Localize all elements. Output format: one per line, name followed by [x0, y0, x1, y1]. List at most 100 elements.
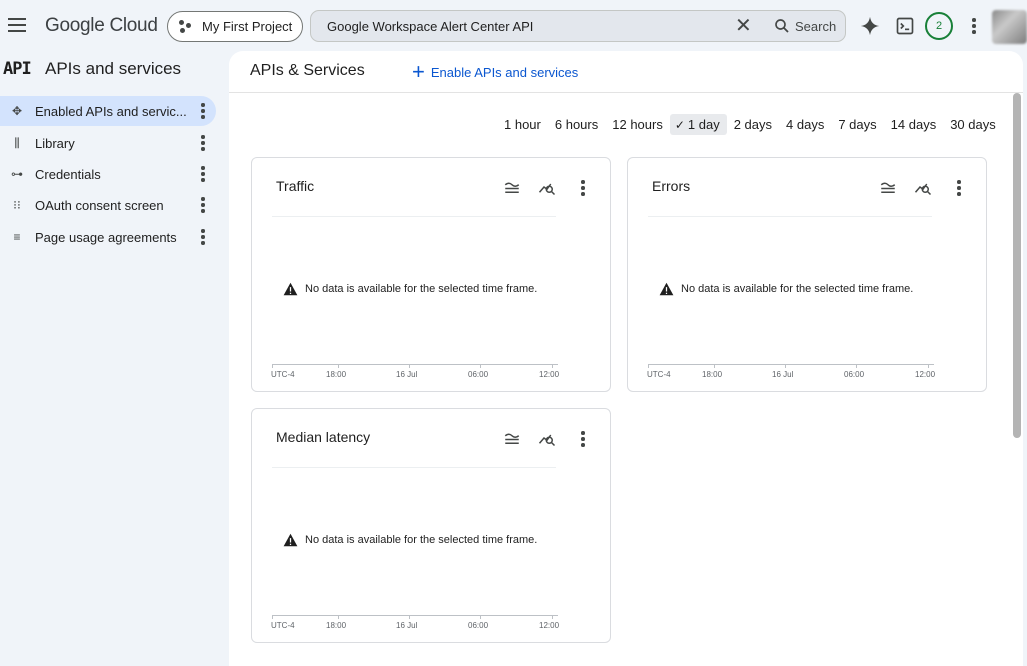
time-range-12-hours[interactable]: 12 hours: [605, 114, 670, 135]
x-axis-label: 16 Jul: [772, 370, 794, 379]
x-axis-label: 18:00: [326, 370, 347, 379]
more-options-icon[interactable]: [576, 429, 590, 449]
legend-toggle-icon[interactable]: [879, 178, 897, 196]
card-toolbar: [878, 178, 968, 198]
card-title: Median latency: [276, 429, 371, 445]
project-label: My First Project: [202, 19, 293, 34]
no-data-text: No data is available for the selected ti…: [681, 283, 914, 295]
card-toolbar: [502, 178, 592, 198]
more-options-icon[interactable]: [195, 228, 211, 246]
x-axis-tick: [714, 364, 715, 368]
settings-list-icon: ≡: [13, 230, 21, 244]
main-menu-icon[interactable]: [6, 14, 28, 36]
enable-apis-button[interactable]: + Enable APIs and services: [412, 61, 579, 83]
x-axis-label: 18:00: [702, 370, 723, 379]
x-axis-tick: [338, 615, 339, 619]
search-value: Google Workspace Alert Center API: [327, 19, 534, 34]
x-axis-label: 16 Jul: [396, 370, 418, 379]
x-axis-tick: [785, 364, 786, 368]
legend-toggle-icon[interactable]: [503, 178, 521, 196]
settings-more-icon[interactable]: [966, 14, 982, 38]
sidebar-item-library[interactable]: ⫼ Library: [0, 128, 216, 158]
x-axis-line: [272, 364, 558, 365]
x-axis-label: UTC-4: [647, 370, 671, 379]
more-options-icon[interactable]: [195, 134, 211, 152]
errors-card: Errors No data is available for the selec…: [627, 157, 987, 392]
time-range-1-day-label: 1 day: [687, 117, 720, 132]
key-icon: ⊶: [11, 167, 23, 181]
clear-search-icon[interactable]: ✕: [735, 15, 752, 37]
time-range-4-days[interactable]: 4 days: [779, 114, 831, 135]
sidebar-item-page-usage[interactable]: ≡ Page usage agreements: [0, 222, 216, 252]
project-picker-button[interactable]: My First Project: [167, 11, 303, 42]
card-divider: [648, 216, 932, 217]
x-axis-line: [272, 615, 558, 616]
time-range-7-days[interactable]: 7 days: [831, 114, 883, 135]
no-data-message: No data is available for the selected ti…: [283, 533, 537, 547]
x-axis-tick: [552, 364, 553, 368]
no-data-text: No data is available for the selected ti…: [305, 283, 538, 295]
gemini-sparkle-icon[interactable]: [859, 15, 881, 37]
api-logo: API: [3, 59, 32, 79]
warning-icon: [283, 533, 298, 547]
explore-chart-icon[interactable]: [914, 178, 932, 196]
legend-toggle-icon[interactable]: [503, 429, 521, 447]
x-axis-tick: [338, 364, 339, 368]
x-axis-label: UTC-4: [271, 621, 295, 630]
sidebar-item-oauth-consent[interactable]: ⁝⁝ OAuth consent screen: [0, 190, 216, 220]
sidebar-item-enabled-apis[interactable]: ✥ Enabled APIs and servic...: [0, 96, 216, 126]
x-axis-label: 12:00: [539, 370, 560, 379]
time-range-1-day[interactable]: ✓ 1 day: [669, 114, 727, 135]
top-bar: Google Cloud My First Project Google Wor…: [0, 0, 1027, 52]
more-options-icon[interactable]: [195, 165, 211, 183]
time-range-selector: 1 hour 6 hours 12 hours ✓ 1 day 2 days 4 …: [497, 114, 1003, 135]
search-input[interactable]: Google Workspace Alert Center API ✕ Sear…: [310, 10, 846, 42]
warning-icon: [283, 282, 298, 296]
no-data-message: No data is available for the selected ti…: [283, 282, 537, 296]
x-axis-label: 06:00: [468, 370, 489, 379]
sidebar-item-label: Credentials: [35, 166, 101, 182]
warning-icon: [659, 282, 674, 296]
x-axis-tick: [409, 364, 410, 368]
traffic-card: Traffic No data is available for the sele…: [251, 157, 611, 392]
x-axis-label: 18:00: [326, 621, 347, 630]
time-range-1-hour[interactable]: 1 hour: [497, 114, 548, 135]
card-divider: [272, 467, 556, 468]
time-range-30-days[interactable]: 30 days: [943, 114, 1003, 135]
time-range-6-hours[interactable]: 6 hours: [548, 114, 605, 135]
notifications-badge[interactable]: 2: [925, 12, 953, 40]
explore-chart-icon[interactable]: [538, 178, 556, 196]
sidebar-title: APIs and services: [45, 59, 182, 78]
x-axis-tick: [552, 615, 553, 619]
time-range-14-days[interactable]: 14 days: [884, 114, 944, 135]
consent-icon: ⁝⁝: [13, 198, 21, 212]
sidebar-item-credentials[interactable]: ⊶ Credentials: [0, 159, 216, 189]
more-options-icon[interactable]: [195, 102, 211, 120]
sidebar-item-label: Enabled APIs and servic...: [35, 103, 187, 119]
card-title: Traffic: [276, 178, 315, 194]
x-axis-label: 12:00: [539, 621, 560, 630]
x-axis-tick: [480, 364, 481, 368]
x-axis-label: 16 Jul: [396, 621, 418, 630]
card-toolbar: [502, 429, 592, 449]
more-options-icon[interactable]: [195, 196, 211, 214]
account-avatar[interactable]: [992, 10, 1027, 44]
more-options-icon[interactable]: [952, 178, 966, 198]
no-data-text: No data is available for the selected ti…: [305, 534, 538, 546]
time-range-2-days[interactable]: 2 days: [727, 114, 779, 135]
search-button[interactable]: Search: [773, 17, 836, 35]
x-axis-label: 06:00: [468, 621, 489, 630]
google-cloud-logo[interactable]: Google Cloud: [45, 15, 158, 37]
sidebar-item-label: OAuth consent screen: [35, 197, 164, 213]
median-latency-card: Median latency No data is available for t…: [251, 408, 611, 643]
scrollbar[interactable]: [1013, 93, 1021, 438]
explore-chart-icon[interactable]: [538, 429, 556, 447]
enable-apis-label: Enable APIs and services: [430, 64, 579, 80]
sidebar: API APIs and services ✥ Enabled APIs and…: [0, 52, 228, 666]
cloud-shell-icon[interactable]: [895, 16, 915, 36]
x-axis-label: UTC-4: [271, 370, 295, 379]
more-options-icon[interactable]: [576, 178, 590, 198]
search-button-label: Search: [795, 18, 837, 34]
x-axis-tick: [856, 364, 857, 368]
page-title: APIs & Services: [250, 62, 365, 79]
